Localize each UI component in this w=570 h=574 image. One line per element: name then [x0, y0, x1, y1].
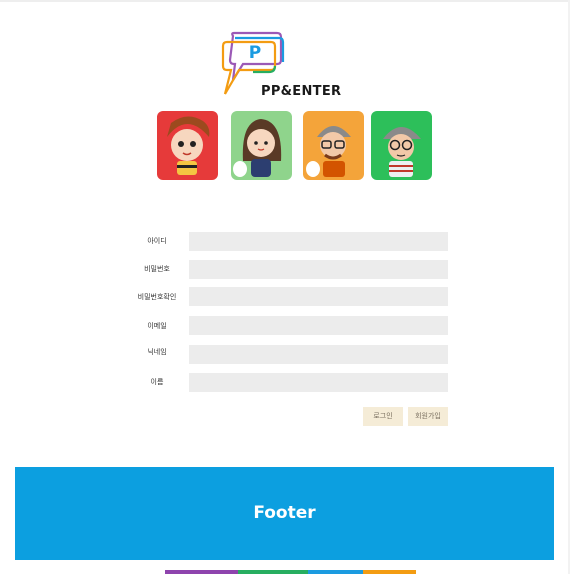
email-input[interactable] [189, 316, 448, 335]
footer-text: Footer [253, 503, 316, 523]
footer: Footer [15, 467, 554, 560]
logo-letter: P [249, 43, 261, 63]
bottom-bar-green [238, 570, 308, 574]
name-input[interactable] [189, 373, 448, 392]
logo: P PP&ENTER [213, 30, 343, 100]
nickname-input[interactable] [189, 345, 448, 364]
avatar-orange [303, 111, 364, 180]
password-input[interactable] [189, 260, 448, 279]
password-confirm-input[interactable] [189, 287, 448, 306]
brand-name: PP&ENTER [261, 84, 342, 99]
avatar-row [157, 111, 437, 181]
avatar-green [371, 111, 432, 180]
bottom-bar-blue [308, 570, 363, 574]
login-button[interactable]: 로그인 [363, 407, 403, 426]
signup-button[interactable]: 회원가입 [408, 407, 448, 426]
avatar-red [157, 111, 218, 180]
top-border [0, 0, 570, 2]
bottom-bar-orange [363, 570, 416, 574]
id-input[interactable] [189, 232, 448, 251]
avatar-green-light [231, 111, 292, 180]
bottom-bar-purple [165, 570, 238, 574]
